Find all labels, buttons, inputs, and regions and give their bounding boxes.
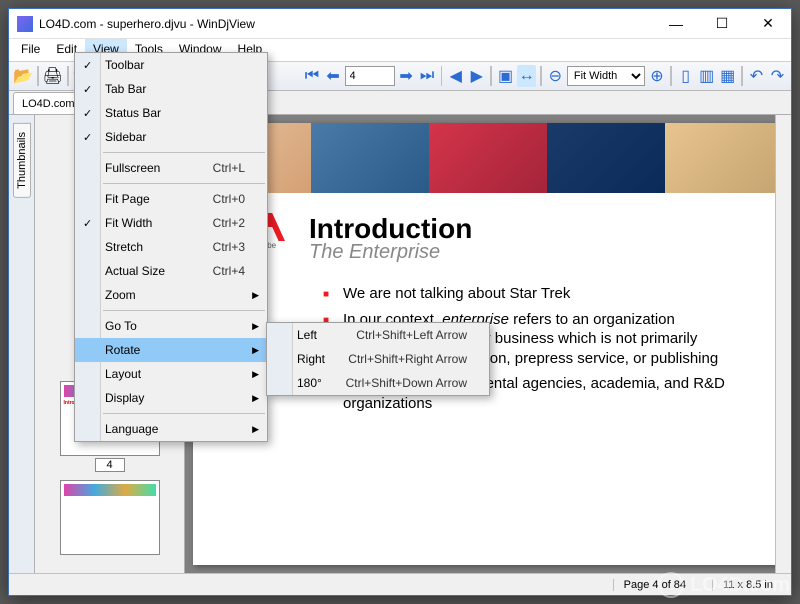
zoom-out-icon[interactable]: ⊖ <box>546 65 565 87</box>
zoom-select[interactable]: Fit Width <box>567 66 646 86</box>
thumbnail[interactable] <box>60 480 160 555</box>
rotate-submenu: LeftCtrl+Shift+Left Arrow RightCtrl+Shif… <box>266 322 490 396</box>
menu-item-rotate-right[interactable]: RightCtrl+Shift+Right Arrow <box>267 347 489 371</box>
menu-item-layout[interactable]: Layout▶ <box>75 362 267 386</box>
close-button[interactable]: ✕ <box>745 9 791 39</box>
menu-item-actualsize[interactable]: Actual SizeCtrl+4 <box>75 259 267 283</box>
vertical-scrollbar[interactable] <box>775 115 791 573</box>
menu-item-display[interactable]: Display▶ <box>75 386 267 410</box>
layout1-icon[interactable]: ▯ <box>676 65 695 87</box>
page-banner <box>193 123 783 193</box>
next-page-icon[interactable]: ➡ <box>397 65 416 87</box>
rotate-left-icon[interactable]: ↶ <box>747 65 766 87</box>
menu-item-tabbar[interactable]: ✓Tab Bar <box>75 77 267 101</box>
fit-page-icon[interactable]: ▣ <box>496 65 515 87</box>
prev-page-icon[interactable]: ⬅ <box>324 65 343 87</box>
thumbnail-number: 4 <box>95 458 125 472</box>
page-input[interactable] <box>345 66 395 86</box>
menu-item-language[interactable]: Language▶ <box>75 417 267 441</box>
layout2-icon[interactable]: ▥ <box>697 65 716 87</box>
doc-bullet: We are not talking about Star Trek <box>323 284 743 304</box>
layout3-icon[interactable]: ▦ <box>718 65 737 87</box>
window-title: LO4D.com - superhero.djvu - WinDjView <box>39 17 653 31</box>
print-icon[interactable]: 🖨 <box>43 65 63 87</box>
open-icon[interactable]: 📂 <box>13 65 33 87</box>
menu-item-fitwidth[interactable]: ✓Fit WidthCtrl+2 <box>75 211 267 235</box>
menu-item-sidebar[interactable]: ✓Sidebar <box>75 125 267 149</box>
menu-item-fitpage[interactable]: Fit PageCtrl+0 <box>75 187 267 211</box>
watermark: LO4D.com <box>658 572 790 598</box>
back-icon[interactable]: ◀ <box>446 65 465 87</box>
globe-icon <box>658 572 684 598</box>
menu-item-statusbar[interactable]: ✓Status Bar <box>75 101 267 125</box>
menu-item-fullscreen[interactable]: FullscreenCtrl+L <box>75 156 267 180</box>
thumbnails-tab[interactable]: Thumbnails <box>13 123 31 198</box>
minimize-button[interactable]: — <box>653 9 699 39</box>
view-menu-dropdown: ✓Toolbar ✓Tab Bar ✓Status Bar ✓Sidebar F… <box>74 52 268 442</box>
app-icon <box>17 16 33 32</box>
menu-item-goto[interactable]: Go To▶ <box>75 314 267 338</box>
menu-item-rotate-left[interactable]: LeftCtrl+Shift+Left Arrow <box>267 323 489 347</box>
titlebar: LO4D.com - superhero.djvu - WinDjView — … <box>9 9 791 39</box>
menu-item-zoom[interactable]: Zoom▶ <box>75 283 267 307</box>
menu-item-rotate-180[interactable]: 180°Ctrl+Shift+Down Arrow <box>267 371 489 395</box>
menu-file[interactable]: File <box>13 39 48 61</box>
last-page-icon[interactable]: ⏭ <box>418 65 437 87</box>
menu-item-rotate[interactable]: Rotate▶ <box>75 338 267 362</box>
thumbnail-image <box>60 480 160 555</box>
menu-item-stretch[interactable]: StretchCtrl+3 <box>75 235 267 259</box>
maximize-button[interactable]: ☐ <box>699 9 745 39</box>
rotate-right-icon[interactable]: ↷ <box>768 65 787 87</box>
menu-item-toolbar[interactable]: ✓Toolbar <box>75 53 267 77</box>
sidebar: Thumbnails <box>9 115 35 573</box>
zoom-in-icon[interactable]: ⊕ <box>647 65 666 87</box>
forward-icon[interactable]: ▶ <box>467 65 486 87</box>
fit-width-icon[interactable]: ↔ <box>517 65 536 87</box>
first-page-icon[interactable]: ⏮ <box>303 65 322 87</box>
